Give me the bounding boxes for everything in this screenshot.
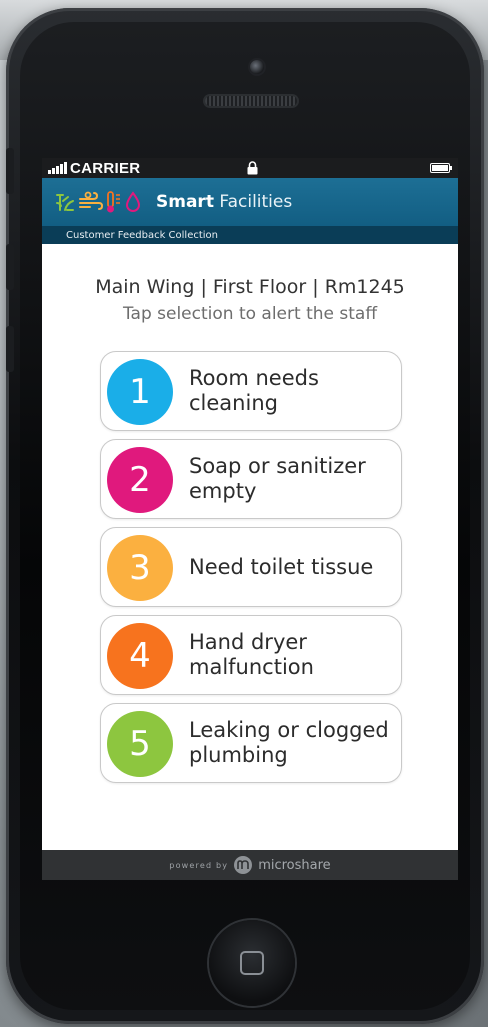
app-subtitle: Customer Feedback Collection xyxy=(42,226,458,244)
mute-switch xyxy=(6,148,14,194)
home-button[interactable] xyxy=(209,920,295,1006)
app-header: Smart Facilities xyxy=(42,178,458,226)
carrier-name: CARRIER xyxy=(70,159,141,177)
option-leaking-plumbing[interactable]: 5 Leaking or clogged plumbing xyxy=(100,703,402,783)
volume-down-button xyxy=(6,326,14,372)
app-screen: CARRIER Smart Facilities Customer Feedba… xyxy=(42,158,458,880)
footer: powered by microshare xyxy=(42,850,458,880)
option-room-needs-cleaning[interactable]: 1 Room needs cleaning xyxy=(100,351,402,431)
signal-icon xyxy=(48,162,67,174)
wind-icon xyxy=(79,191,104,210)
option-label: Soap or sanitizer empty xyxy=(189,454,366,503)
app-title-bold: Smart xyxy=(156,192,214,212)
microshare-logo-icon xyxy=(234,856,253,874)
water-drop-icon xyxy=(125,191,141,212)
app-logo xyxy=(54,190,142,214)
status-bar: CARRIER xyxy=(42,158,458,178)
option-label: Need toilet tissue xyxy=(189,554,374,579)
microshare-brand[interactable]: microshare xyxy=(258,858,330,873)
location-separator: | xyxy=(312,276,319,298)
volume-up-button xyxy=(6,244,14,290)
option-need-toilet-tissue[interactable]: 3 Need toilet tissue xyxy=(100,527,402,607)
location-floor: First Floor xyxy=(212,276,307,298)
powered-by-text: powered by xyxy=(169,860,229,870)
app-title-light: Facilities xyxy=(219,192,293,212)
front-camera xyxy=(250,60,264,74)
option-label: Leaking or clogged plumbing xyxy=(189,718,389,767)
location-wing: Main Wing xyxy=(95,276,195,298)
location-room: Rm1245 xyxy=(324,276,405,298)
option-number-badge: 1 xyxy=(107,359,173,425)
option-number-badge: 3 xyxy=(107,535,173,601)
location-heading: Main Wing | First Floor | Rm1245 xyxy=(42,276,458,298)
battery-icon xyxy=(430,163,452,173)
app-title: Smart Facilities xyxy=(156,192,292,212)
option-soap-empty[interactable]: 2 Soap or sanitizer empty xyxy=(100,439,402,519)
lock-icon xyxy=(247,161,258,175)
instruction-text: Tap selection to alert the staff xyxy=(122,304,378,324)
option-number-badge: 2 xyxy=(107,447,173,513)
thermometer-icon xyxy=(107,191,120,213)
option-number-badge: 4 xyxy=(107,623,173,689)
feedback-options: 1 Room needs cleaning 2 Soap or sanitize… xyxy=(100,351,402,791)
option-label: Hand dryer malfunction xyxy=(189,630,314,679)
option-label: Room needs cleaning xyxy=(189,366,319,415)
location-separator: | xyxy=(200,276,207,298)
option-number-badge: 5 xyxy=(107,711,173,777)
plant-icon xyxy=(56,194,74,211)
home-square-icon xyxy=(240,951,264,975)
earpiece-speaker xyxy=(205,96,297,106)
option-hand-dryer-malfunction[interactable]: 4 Hand dryer malfunction xyxy=(100,615,402,695)
